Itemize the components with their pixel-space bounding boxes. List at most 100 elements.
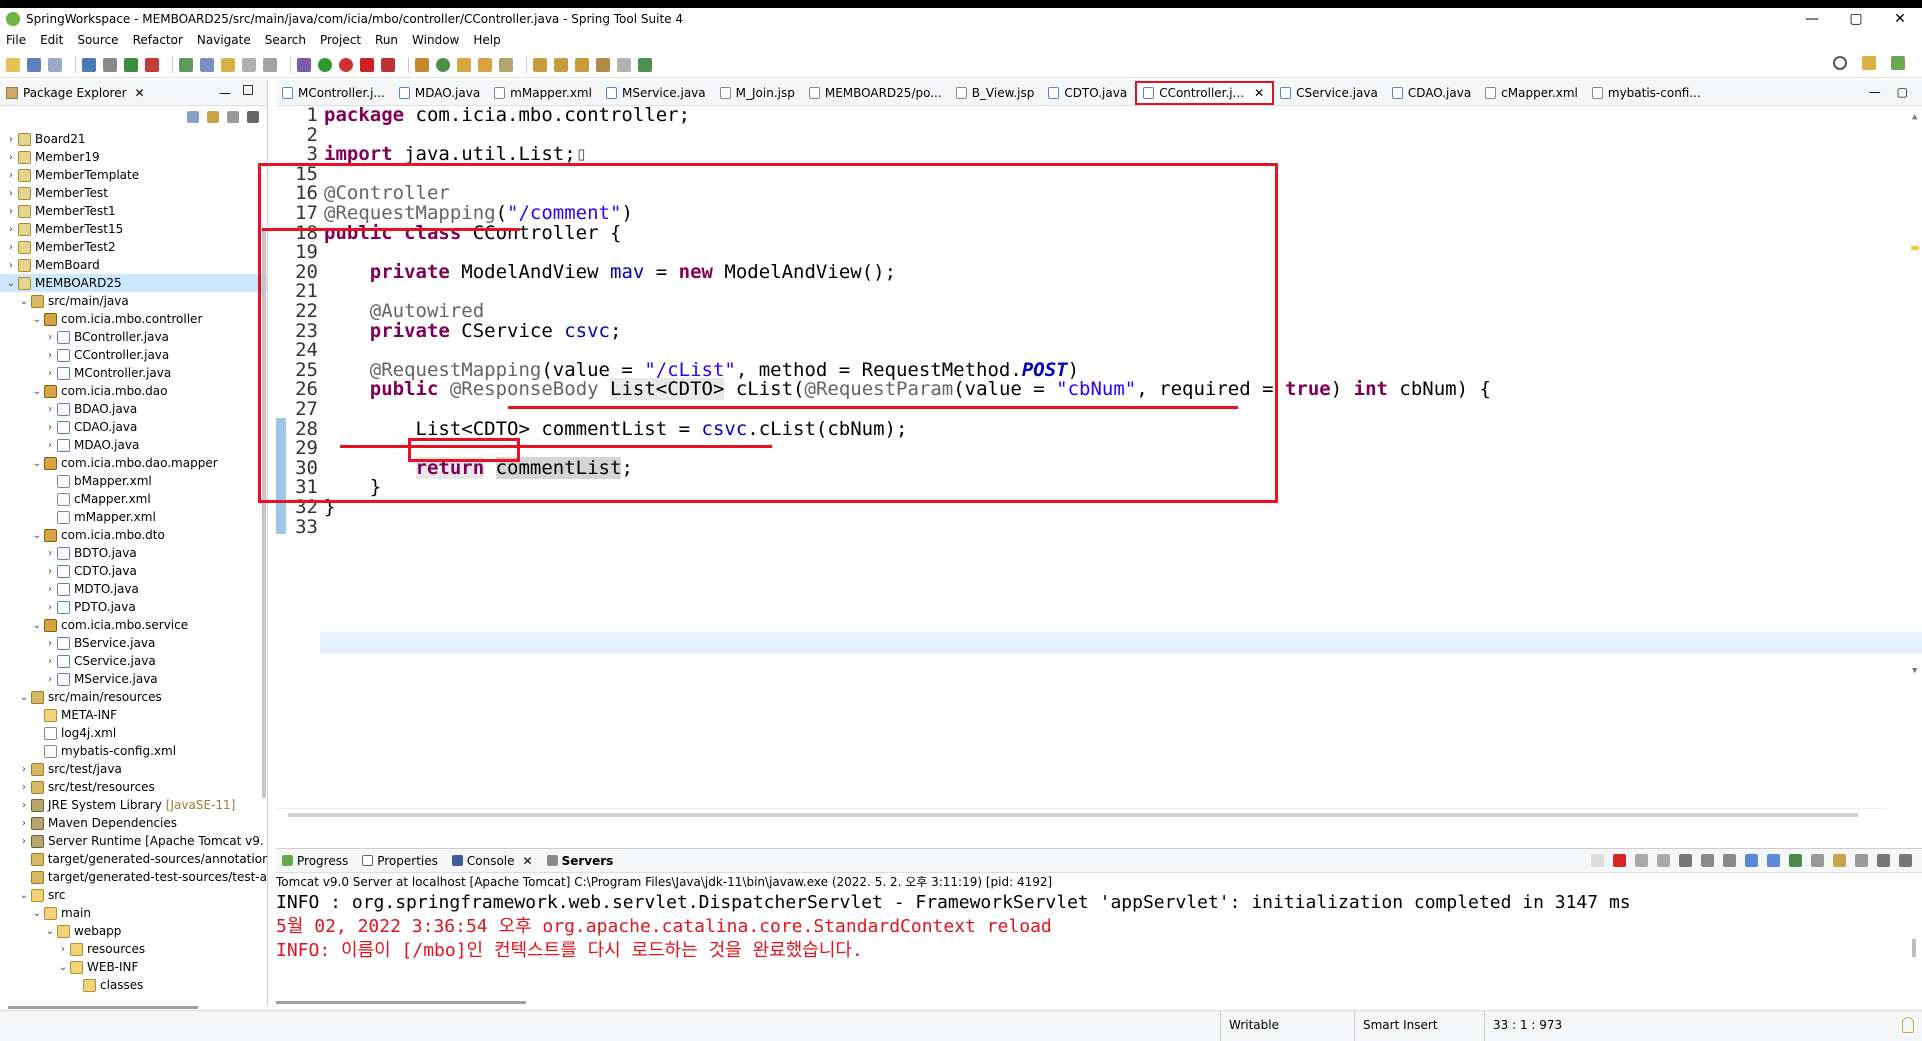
- search-icon[interactable]: [1833, 56, 1847, 70]
- chevron-right-icon[interactable]: ›: [43, 638, 57, 649]
- menu-edit[interactable]: Edit: [40, 33, 63, 47]
- tree-item[interactable]: › Maven Dependencies: [0, 814, 267, 832]
- close-icon[interactable]: ✕: [523, 854, 533, 868]
- close-button[interactable]: ✕: [1878, 8, 1922, 30]
- console-scrollbar[interactable]: [1912, 939, 1916, 957]
- toggle-mark-icon[interactable]: [179, 57, 193, 72]
- editor-hscroll-thumb[interactable]: [288, 813, 1858, 817]
- chevron-down-icon[interactable]: ⌄: [30, 620, 44, 631]
- remove-launch-icon[interactable]: [1635, 854, 1648, 867]
- chevron-right-icon[interactable]: ›: [43, 548, 57, 559]
- chevron-right-icon[interactable]: ›: [43, 674, 57, 685]
- menu-run[interactable]: Run: [375, 33, 398, 47]
- next-annotation-icon[interactable]: [533, 57, 547, 72]
- tree-item[interactable]: ⌄ webapp: [0, 922, 267, 940]
- minimize-console-icon[interactable]: [1877, 854, 1890, 867]
- menu-project[interactable]: Project: [320, 33, 361, 47]
- relaunch-icon[interactable]: [145, 57, 159, 72]
- show-on-output-icon[interactable]: [1745, 854, 1758, 867]
- terminal-icon[interactable]: [82, 57, 96, 72]
- tree-item[interactable]: mybatis-config.xml: [0, 742, 267, 760]
- menu-file[interactable]: File: [6, 33, 26, 47]
- console-hscrollbar[interactable]: [276, 1001, 526, 1004]
- chevron-right-icon[interactable]: ›: [4, 170, 18, 181]
- save-all-icon[interactable]: [48, 57, 62, 72]
- tree-item[interactable]: ⌄ com.icia.mbo.dao: [0, 382, 267, 400]
- tab-properties[interactable]: Properties: [362, 854, 438, 868]
- tree-item[interactable]: › Board21: [0, 130, 267, 148]
- coverage-icon[interactable]: [339, 57, 353, 72]
- package-explorer-hscrollbar[interactable]: [8, 1006, 198, 1009]
- tree-item[interactable]: ⌄ WEB-INF: [0, 958, 267, 976]
- menu-navigate[interactable]: Navigate: [197, 33, 251, 47]
- tree-item[interactable]: ⌄ com.icia.mbo.dao.mapper: [0, 454, 267, 472]
- tree-item[interactable]: log4j.xml: [0, 724, 267, 742]
- editor-tab[interactable]: CService.java: [1274, 81, 1386, 105]
- tree-item[interactable]: ⌄ com.icia.mbo.service: [0, 616, 267, 634]
- maximize-console-icon[interactable]: [1899, 854, 1912, 867]
- spring-perspective-icon[interactable]: [1891, 56, 1905, 70]
- menu-refactor[interactable]: Refactor: [133, 33, 183, 47]
- chevron-right-icon[interactable]: ›: [4, 224, 18, 235]
- tree-item[interactable]: ⌄ src/main/java: [0, 292, 267, 310]
- tree-item[interactable]: › BDAO.java: [0, 400, 267, 418]
- chevron-right-icon[interactable]: ›: [56, 944, 70, 955]
- pin-editor-icon[interactable]: [638, 57, 652, 72]
- tree-item[interactable]: › MDAO.java: [0, 436, 267, 454]
- tree-item[interactable]: mMapper.xml: [0, 508, 267, 526]
- save-icon[interactable]: [27, 57, 41, 72]
- block-select-icon[interactable]: [242, 57, 256, 72]
- console-output[interactable]: INFO : org.springframework.web.servlet.D…: [276, 891, 1922, 963]
- chevron-down-icon[interactable]: ⌄: [17, 296, 31, 307]
- tree-item[interactable]: › JRE System Library [JavaSE-11]: [0, 796, 267, 814]
- tree-item[interactable]: cMapper.xml: [0, 490, 267, 508]
- maximize-editor-icon[interactable]: ▢: [1897, 85, 1908, 99]
- editor-tab[interactable]: cMapper.xml: [1479, 81, 1586, 105]
- chevron-right-icon[interactable]: ›: [4, 152, 18, 163]
- collapse-all-icon[interactable]: [187, 111, 199, 123]
- editor-tab[interactable]: MController.j...: [276, 81, 393, 105]
- highlight-icon[interactable]: [221, 57, 235, 72]
- show-on-error-icon[interactable]: [1767, 854, 1780, 867]
- clear-console-icon[interactable]: [1679, 854, 1692, 867]
- tree-item[interactable]: › BService.java: [0, 634, 267, 652]
- tree-item[interactable]: ⌄ com.icia.mbo.controller: [0, 310, 267, 328]
- tree-item[interactable]: target/generated-test-sources/test-a: [0, 868, 267, 886]
- chevron-right-icon[interactable]: ›: [4, 242, 18, 253]
- chevron-right-icon[interactable]: ›: [43, 584, 57, 595]
- chevron-down-icon[interactable]: ⌄: [30, 530, 44, 541]
- remove-all-icon[interactable]: [1657, 854, 1670, 867]
- open-type-icon[interactable]: [457, 57, 471, 72]
- code-area[interactable]: 1 2 3 15 16 17 18 19 20 21 22 23 24 25 26 27 28 29 30 31 32 3…: [258, 105, 1922, 844]
- tree-item[interactable]: › MemBoard: [0, 256, 267, 274]
- scroll-down-icon[interactable]: ▼: [1912, 666, 1917, 676]
- chevron-down-icon[interactable]: ⌄: [30, 908, 44, 919]
- chevron-down-icon[interactable]: ⌄: [30, 314, 44, 325]
- chevron-right-icon[interactable]: ›: [43, 332, 57, 343]
- chevron-right-icon[interactable]: ›: [4, 134, 18, 145]
- chevron-right-icon[interactable]: ›: [4, 206, 18, 217]
- tree-item[interactable]: › CService.java: [0, 652, 267, 670]
- menu-help[interactable]: Help: [473, 33, 500, 47]
- tree-item[interactable]: ⌄ MEMBOARD25: [0, 274, 267, 292]
- tree-item[interactable]: › src/test/resources: [0, 778, 267, 796]
- tree-item[interactable]: › MController.java: [0, 364, 267, 382]
- whitespace-icon[interactable]: [263, 57, 277, 72]
- tab-console[interactable]: Console ✕: [451, 854, 533, 868]
- chevron-right-icon[interactable]: ›: [17, 836, 31, 847]
- tree-item[interactable]: › CDTO.java: [0, 562, 267, 580]
- new-project-icon[interactable]: [415, 57, 429, 72]
- chevron-down-icon[interactable]: ⌄: [17, 692, 31, 703]
- back-icon[interactable]: [596, 57, 610, 72]
- chevron-right-icon[interactable]: ›: [43, 350, 57, 361]
- chevron-down-icon[interactable]: ⌄: [4, 278, 18, 289]
- tree-item[interactable]: › MemberTest1: [0, 202, 267, 220]
- tree-item[interactable]: › BController.java: [0, 328, 267, 346]
- editor-tab[interactable]: mybatis-confi...: [1586, 81, 1709, 105]
- tree-item[interactable]: target/generated-sources/annotatior: [0, 850, 267, 868]
- minimize-editor-icon[interactable]: —: [1869, 85, 1881, 99]
- chevron-right-icon[interactable]: ›: [43, 368, 57, 379]
- tree-item[interactable]: › PDTO.java: [0, 598, 267, 616]
- spring-boot-icon[interactable]: [124, 57, 138, 72]
- editor-tab[interactable]: MService.java: [600, 81, 714, 105]
